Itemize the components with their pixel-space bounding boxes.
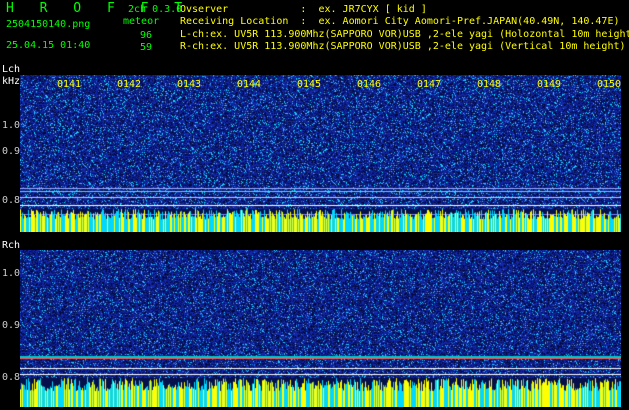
version-label: 2ch 0.3.0 [128, 4, 183, 15]
time-tick: 0147 [417, 79, 442, 90]
lch-ylabel-1-0: 1.0 [2, 120, 21, 131]
time-tick: 0150 [597, 79, 622, 90]
lch-count: 96 [139, 30, 152, 41]
time-tick: 0145 [297, 79, 322, 90]
time-tick: 0146 [357, 79, 382, 90]
rch-spectrogram [20, 250, 621, 407]
time-tick: 0149 [537, 79, 562, 90]
rch-ylabel-0-8: 0.8 [2, 372, 21, 383]
time-tick: 0142 [117, 79, 142, 90]
time-tick: 0144 [237, 79, 262, 90]
filename-label: 2504150140.png [6, 19, 91, 30]
lch-ylabel-0-8: 0.8 [2, 195, 21, 206]
lch-ylabel-0-9: 0.9 [2, 146, 21, 157]
time-tick: 0148 [477, 79, 502, 90]
lch-info: L-ch:ex. UV5R 113.900Mhz(SAPPORO VOR)USB… [180, 29, 629, 40]
rch-ylabel-1-0: 1.0 [2, 268, 21, 279]
mode-label: meteor [123, 16, 160, 27]
lch-unit: kHz [2, 76, 21, 87]
location-info: Receiving Location : ex. Aomori City Aom… [180, 16, 620, 27]
time-tick: 0143 [177, 79, 202, 90]
lch-spectrogram [20, 75, 621, 232]
time-tick: 0141 [57, 79, 82, 90]
lch-label: Lch [2, 64, 21, 75]
timestamp-label: 25.04.15 01:40 [6, 40, 91, 51]
rch-label: Rch [2, 240, 21, 251]
rch-count: 59 [139, 42, 152, 53]
rch-ylabel-0-9: 0.9 [2, 320, 21, 331]
observer-info: Ovserver : ex. JR7CYX [ kid ] [180, 4, 427, 15]
rch-info: R-ch:ex. UV5R 113.900Mhz(SAPPORO VOR)USB… [180, 41, 626, 52]
